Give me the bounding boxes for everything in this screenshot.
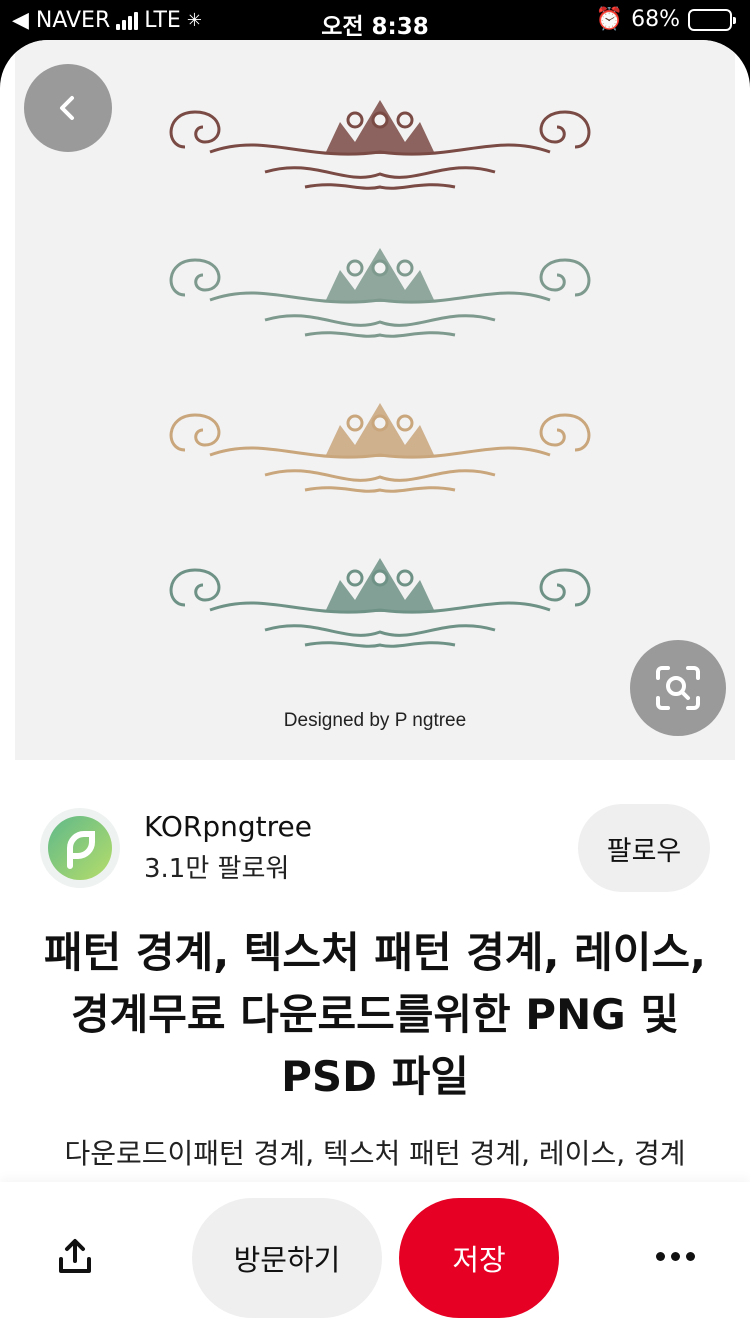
ornament-jewel bbox=[346, 414, 364, 432]
creator-row: KORpngtree 3.1만 팔로워 팔로우 bbox=[40, 804, 710, 894]
status-bar: ◀ NAVER LTE ✳ 오전 8:38 ⏰ 68% bbox=[0, 0, 750, 40]
pin-title: 패턴 경계, 텍스처 패턴 경계, 레이스, 경계무료 다운로드를위한 PNG … bbox=[44, 928, 706, 1101]
ornament-jewel bbox=[396, 111, 414, 129]
share-icon bbox=[59, 1239, 91, 1273]
ornament-jewel bbox=[371, 111, 389, 129]
lens-search-icon bbox=[656, 666, 700, 710]
ornament-jewel bbox=[396, 569, 414, 587]
ornament-jewel bbox=[396, 414, 414, 432]
creator-followers: 3.1만 팔로워 bbox=[144, 854, 290, 884]
visit-button[interactable]: 방문하기 bbox=[192, 1198, 382, 1318]
share-button[interactable] bbox=[52, 1234, 98, 1280]
ornament-jewel bbox=[371, 259, 389, 277]
more-dot-icon bbox=[655, 1251, 665, 1261]
ornament-jewel bbox=[396, 259, 414, 277]
creator-name[interactable]: KORpngtree bbox=[144, 810, 312, 843]
image-watermark: Designed by P ngtree bbox=[283, 710, 467, 731]
ornament-jewel bbox=[346, 569, 364, 587]
back-button[interactable] bbox=[24, 64, 112, 152]
more-options-button[interactable] bbox=[650, 1238, 700, 1274]
ornament-jewel bbox=[346, 259, 364, 277]
alarm-icon: ⏰ bbox=[595, 7, 624, 32]
more-dot-icon bbox=[670, 1251, 680, 1261]
ornament-jewel bbox=[371, 414, 389, 432]
ornament-jewel bbox=[346, 111, 364, 129]
pin-image[interactable]: Designed by P ngtree bbox=[15, 40, 735, 760]
status-right: ⏰ 68% bbox=[595, 7, 736, 32]
more-dot-icon bbox=[685, 1251, 695, 1261]
follow-button[interactable]: 팔로우 bbox=[578, 804, 710, 892]
pin-sheet: Designed by P ngtree KORpngtree 3.1만 팔로워… bbox=[0, 40, 750, 1334]
save-button[interactable]: 저장 bbox=[399, 1198, 559, 1318]
ornament-4 bbox=[169, 558, 591, 648]
visual-search-button[interactable] bbox=[630, 640, 726, 736]
ornament-jewel bbox=[371, 569, 389, 587]
ornament-1 bbox=[169, 100, 591, 190]
ornament-2 bbox=[169, 248, 591, 338]
battery-icon bbox=[688, 8, 736, 31]
ornament-3 bbox=[169, 403, 591, 493]
chevron-left-icon bbox=[60, 96, 74, 120]
action-bar: 방문하기 저장 bbox=[0, 1182, 750, 1334]
pngtree-logo-icon bbox=[48, 816, 112, 880]
battery-percent: 68% bbox=[631, 7, 680, 32]
creator-avatar[interactable] bbox=[40, 808, 120, 888]
